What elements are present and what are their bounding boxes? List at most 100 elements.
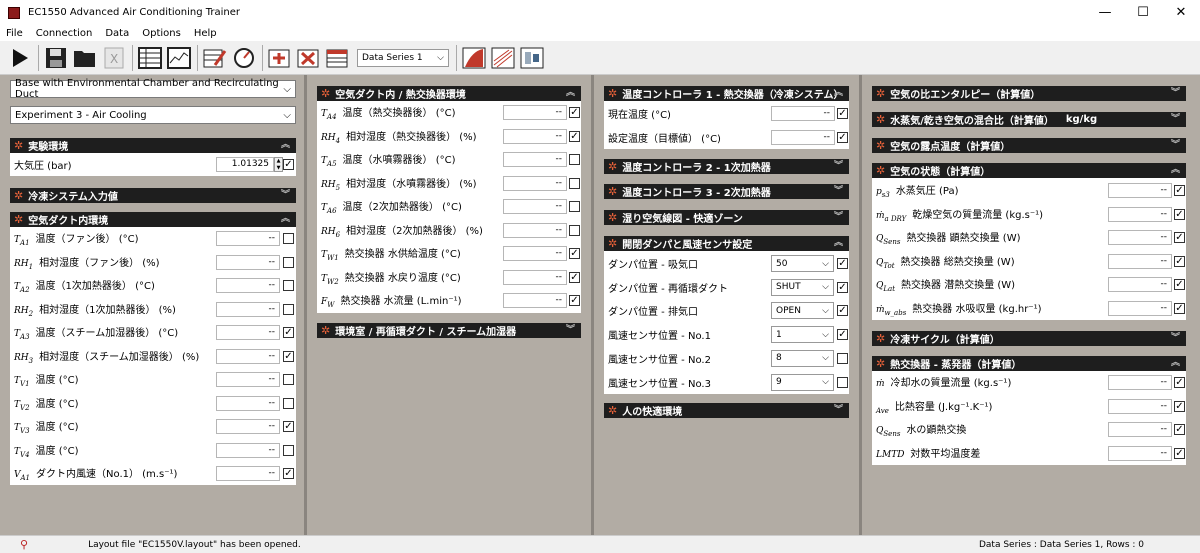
- panel-header-mix[interactable]: ✲ 水蒸気/乾き空気の混合比（計算値） kg/kg ︾: [872, 112, 1186, 127]
- hx-checkbox[interactable]: [569, 201, 580, 212]
- state-checkbox[interactable]: ✓: [1174, 232, 1185, 243]
- panel-header-dew[interactable]: ✲ 空気の露点温度（計算値） ︾: [872, 138, 1186, 153]
- evap-checkbox[interactable]: ✓: [1174, 447, 1185, 459]
- state-checkbox[interactable]: ✓: [1174, 185, 1185, 196]
- state-checkbox[interactable]: ✓: [1174, 279, 1185, 290]
- folder-open-icon: [74, 50, 95, 67]
- panel-header-tc1[interactable]: ✲ 温度コントローラ 1 - 熱交換器（冷凍システム） ︽: [604, 86, 849, 101]
- panel-header-exp-env[interactable]: ✲ 実験環境 ︽: [10, 138, 296, 153]
- schematic-button[interactable]: [518, 44, 546, 72]
- damper-dropdown[interactable]: OPEN ⌵: [771, 302, 834, 320]
- damper-row: ダンパ位置 - 吸気口 50 ⌵ ✓: [604, 252, 849, 275]
- open-button[interactable]: [71, 44, 99, 72]
- panel-header-refrig[interactable]: ✲ 冷凍システム入力値 ︾: [10, 188, 296, 203]
- hx-checkbox[interactable]: [569, 154, 580, 165]
- graph-view-button[interactable]: [165, 44, 193, 72]
- menu-help[interactable]: Help: [194, 28, 217, 39]
- row-label: TA3 温度（スチーム加湿器後） (°C): [14, 324, 178, 341]
- edit-table-button[interactable]: [201, 44, 229, 72]
- damper-checkbox[interactable]: ✓: [837, 258, 848, 269]
- menu-options[interactable]: Options: [142, 28, 181, 39]
- hx-checkbox[interactable]: ✓: [569, 248, 580, 259]
- hx-checkbox[interactable]: ✓: [569, 295, 580, 306]
- damper-checkbox[interactable]: ✓: [837, 329, 848, 341]
- duct-checkbox[interactable]: ✓: [283, 468, 294, 479]
- duct-checkbox[interactable]: [283, 280, 294, 291]
- evap-checkbox[interactable]: ✓: [1174, 424, 1185, 435]
- clear-table-button[interactable]: [324, 44, 352, 72]
- panel-header-chamber[interactable]: ✲ 環境室 / 再循環ダクト / スチーム加湿器 ︾: [317, 323, 581, 338]
- duct-checkbox[interactable]: ✓: [283, 421, 294, 432]
- panel-header-enthalpy[interactable]: ✲ 空気の比エンタルピー（計算値） ︾: [872, 86, 1186, 101]
- chart-lines-button[interactable]: [489, 44, 517, 72]
- damper-dropdown[interactable]: 9 ⌵: [771, 373, 834, 391]
- evap-checkbox[interactable]: ✓: [1174, 377, 1185, 388]
- evap-checkbox[interactable]: ✓: [1174, 400, 1185, 412]
- tc1-checkbox[interactable]: ✓: [837, 131, 848, 143]
- panel-header-tc2[interactable]: ✲ 温度コントローラ 2 - 1次加熱器 ︾: [604, 159, 849, 174]
- row-text: 水の顕熱交換: [906, 425, 967, 437]
- menu-connection[interactable]: Connection: [36, 28, 93, 39]
- menu-data[interactable]: Data: [105, 28, 129, 39]
- state-checkbox[interactable]: ✓: [1174, 208, 1185, 220]
- hx-value: --: [503, 246, 567, 261]
- maximize-button[interactable]: ☐: [1124, 0, 1162, 25]
- panel-header-evap[interactable]: ✲ 熱交換器 - 蒸発器（計算値） ︽: [872, 356, 1186, 371]
- damper-checkbox[interactable]: ✓: [837, 281, 848, 293]
- equipment-combo[interactable]: Base with Environmental Chamber and Reci…: [10, 78, 296, 100]
- pressure-input[interactable]: 1.01325: [216, 157, 274, 172]
- damper-dropdown[interactable]: 1 ⌵: [771, 326, 834, 344]
- duct-checkbox[interactable]: [283, 374, 294, 385]
- duct-checkbox[interactable]: [283, 444, 294, 456]
- gauge-button[interactable]: [230, 44, 258, 72]
- damper-row: 風速センサ位置 - No.2 8 ⌵: [604, 347, 849, 370]
- hx-checkbox[interactable]: [569, 177, 580, 189]
- hx-checkbox[interactable]: ✓: [569, 130, 580, 142]
- duct-checkbox[interactable]: ✓: [283, 327, 294, 338]
- hx-checkbox[interactable]: [569, 224, 580, 236]
- hx-checkbox[interactable]: ✓: [569, 107, 580, 118]
- state-checkbox[interactable]: ✓: [1174, 255, 1185, 267]
- chart-red-button[interactable]: [460, 44, 488, 72]
- damper-dropdown[interactable]: 50 ⌵: [771, 255, 834, 272]
- panel-header-psy[interactable]: ✲ 湿り空気線図 - 快適ゾーン ︾: [604, 210, 849, 225]
- duct-checkbox[interactable]: [283, 233, 294, 244]
- save-button[interactable]: [42, 44, 70, 72]
- add-row-button[interactable]: [266, 44, 294, 72]
- pressure-checkbox[interactable]: ✓: [283, 159, 294, 170]
- duct-checkbox[interactable]: [283, 303, 294, 315]
- experiment-combo[interactable]: Experiment 3 - Air Cooling ⌵: [10, 106, 296, 124]
- panel-header-cycle[interactable]: ✲ 冷凍サイクル（計算値） ︾: [872, 331, 1186, 346]
- duct-checkbox[interactable]: [283, 397, 294, 409]
- play-button[interactable]: [6, 44, 34, 72]
- panel-header-damper[interactable]: ✲ 開閉ダンパと風速センサ設定 ︽: [604, 236, 849, 251]
- panel-title: 熱交換器 - 蒸発器（計算値）: [890, 360, 1022, 371]
- minimize-button[interactable]: —: [1086, 0, 1124, 25]
- damper-checkbox[interactable]: ✓: [837, 305, 848, 317]
- symbol-sub: a DRY: [884, 214, 907, 223]
- panel-header-comfort[interactable]: ✲ 人の快適環境 ︾: [604, 403, 849, 418]
- duct-checkbox[interactable]: ✓: [283, 350, 294, 362]
- table-view-button[interactable]: [136, 44, 164, 72]
- tc1-checkbox[interactable]: ✓: [837, 108, 848, 119]
- state-checkbox[interactable]: ✓: [1174, 302, 1185, 314]
- export-excel-button[interactable]: X: [100, 44, 128, 72]
- data-series-select[interactable]: Data Series 1 ⌵: [357, 48, 449, 67]
- duct-checkbox[interactable]: [283, 256, 294, 268]
- menu-file[interactable]: File: [6, 28, 23, 39]
- panel-header-duct[interactable]: ✲ 空気ダクト内環境 ︽: [10, 212, 296, 227]
- damper-checkbox[interactable]: [837, 352, 848, 364]
- delete-row-button[interactable]: [295, 44, 323, 72]
- close-button[interactable]: ✕: [1162, 0, 1200, 25]
- panel-header-hx[interactable]: ✲ 空気ダクト内 / 熱交換器環境 ︽: [317, 86, 581, 101]
- symbol-sub: 6: [335, 230, 341, 239]
- panel-header-tc3[interactable]: ✲ 温度コントローラ 3 - 2次加熱器 ︾: [604, 184, 849, 199]
- damper-checkbox[interactable]: [837, 376, 848, 388]
- damper-dropdown[interactable]: SHUT ⌵: [771, 278, 834, 296]
- panel-header-state[interactable]: ✲ 空気の状態（計算値） ︽: [872, 163, 1186, 178]
- hx-checkbox[interactable]: ✓: [569, 271, 580, 283]
- pressure-spinner[interactable]: ▲ ▼: [274, 157, 283, 172]
- damper-dropdown[interactable]: 8 ⌵: [771, 349, 834, 367]
- chart-lines-icon: [491, 47, 515, 68]
- status-bar: ⚲ Layout file "EC1550V.layout" has been …: [0, 535, 1200, 553]
